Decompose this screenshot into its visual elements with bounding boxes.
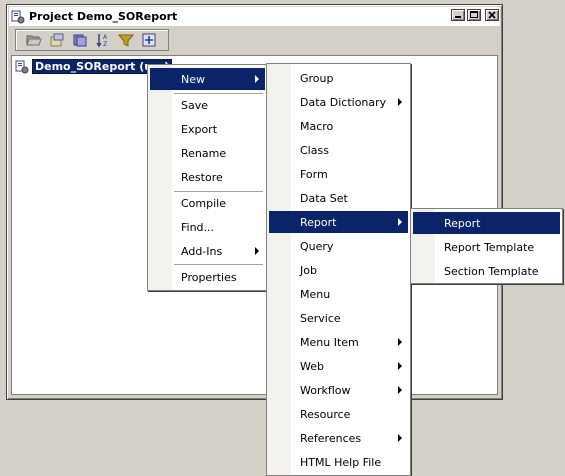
menu-item-new[interactable]: New bbox=[150, 68, 265, 90]
menu-item-label: Find... bbox=[181, 220, 215, 234]
menu-item-label: Data Dictionary bbox=[300, 95, 387, 109]
project-node-icon bbox=[15, 60, 29, 73]
menu-item-html-help-file[interactable]: HTML Help File bbox=[269, 451, 408, 473]
menu-item-label: Add-Ins bbox=[181, 244, 223, 258]
maximize-icon bbox=[470, 11, 478, 18]
menu-item-report-template[interactable]: Report Template bbox=[413, 236, 560, 258]
menu-item-label: Menu bbox=[300, 287, 331, 301]
menu-separator bbox=[174, 264, 263, 265]
menu-item-label: Report bbox=[444, 216, 481, 230]
menu-item-menu-item[interactable]: Menu Item bbox=[269, 331, 408, 353]
menu-item-label: Service bbox=[300, 311, 341, 325]
sort-icon[interactable]: A Z bbox=[95, 32, 111, 48]
menu-item-label: Restore bbox=[181, 170, 223, 184]
submenu-arrow-icon bbox=[398, 362, 402, 370]
menu-item-label: Query bbox=[300, 239, 334, 253]
menu-item-properties[interactable]: Properties bbox=[150, 266, 265, 288]
menu-item-label: Data Set bbox=[300, 191, 348, 205]
menu-item-label: Web bbox=[300, 359, 324, 373]
close-button[interactable] bbox=[485, 9, 499, 21]
menu-item-find[interactable]: Find... bbox=[150, 216, 265, 238]
menu-item-label: Macro bbox=[300, 119, 334, 133]
project-toolbar: A Z bbox=[15, 29, 169, 51]
menu-item-export[interactable]: Export bbox=[150, 118, 265, 140]
menu-item-class[interactable]: Class bbox=[269, 139, 408, 161]
menu-item-label: Report Template bbox=[444, 240, 535, 254]
compile-icon[interactable] bbox=[72, 32, 88, 48]
menu-item-label: New bbox=[181, 72, 205, 86]
menu-item-report-new[interactable]: Report bbox=[413, 212, 560, 234]
menu-item-web[interactable]: Web bbox=[269, 355, 408, 377]
menu-item-label: Export bbox=[181, 122, 218, 136]
menu-item-rename[interactable]: Rename bbox=[150, 142, 265, 164]
menu-item-label: Compile bbox=[181, 196, 226, 210]
context-menu: New Save Export Rename Restore Compile F… bbox=[147, 64, 268, 291]
menu-item-report[interactable]: Report bbox=[269, 211, 408, 233]
menu-item-data-dictionary[interactable]: Data Dictionary bbox=[269, 91, 408, 113]
submenu-arrow-icon bbox=[398, 386, 402, 394]
menu-item-workflow[interactable]: Workflow bbox=[269, 379, 408, 401]
svg-text:A: A bbox=[103, 34, 108, 41]
menu-item-references[interactable]: References bbox=[269, 427, 408, 449]
menu-item-label: Save bbox=[181, 98, 209, 112]
window-controls bbox=[451, 9, 499, 21]
open-folder-icon[interactable] bbox=[26, 32, 42, 48]
menu-item-label: Resource bbox=[300, 407, 351, 421]
submenu-arrow-icon bbox=[398, 98, 402, 106]
project-app-icon bbox=[11, 10, 25, 23]
submenu-arrow-icon bbox=[398, 218, 402, 226]
menu-item-query[interactable]: Query bbox=[269, 235, 408, 257]
new-item-icon[interactable] bbox=[141, 32, 157, 48]
submenu-arrow-icon bbox=[255, 75, 259, 83]
menu-item-label: Workflow bbox=[300, 383, 351, 397]
menu-item-service[interactable]: Service bbox=[269, 307, 408, 329]
submenu-arrow-icon bbox=[398, 434, 402, 442]
menu-item-label: Properties bbox=[181, 270, 237, 284]
menu-item-form[interactable]: Form bbox=[269, 163, 408, 185]
maximize-button[interactable] bbox=[467, 9, 481, 21]
title-bar[interactable]: Project Demo_SOReport bbox=[9, 7, 500, 26]
menu-item-data-set[interactable]: Data Set bbox=[269, 187, 408, 209]
menu-item-label: References bbox=[300, 431, 362, 445]
menu-item-label: Job bbox=[300, 263, 317, 277]
menu-item-label: HTML Help File bbox=[300, 455, 382, 469]
menu-item-label: Menu Item bbox=[300, 335, 359, 349]
svg-text:Z: Z bbox=[103, 41, 107, 48]
menu-item-add-ins[interactable]: Add-Ins bbox=[150, 240, 265, 262]
properties-icon[interactable] bbox=[49, 32, 65, 48]
submenu-arrow-icon bbox=[255, 247, 259, 255]
filter-icon[interactable] bbox=[118, 32, 134, 48]
minimize-button[interactable] bbox=[451, 9, 465, 21]
menu-item-group[interactable]: Group bbox=[269, 67, 408, 89]
submenu-arrow-icon bbox=[398, 338, 402, 346]
menu-item-restore[interactable]: Restore bbox=[150, 166, 265, 188]
menu-item-macro[interactable]: Macro bbox=[269, 115, 408, 137]
menu-item-label: Section Template bbox=[444, 264, 539, 278]
menu-item-menu[interactable]: Menu bbox=[269, 283, 408, 305]
close-icon bbox=[488, 11, 496, 19]
menu-item-section-template[interactable]: Section Template bbox=[413, 260, 560, 282]
menu-item-resource[interactable]: Resource bbox=[269, 403, 408, 425]
report-submenu: Report Report Template Section Template bbox=[410, 208, 563, 284]
menu-item-save[interactable]: Save bbox=[150, 94, 265, 116]
menu-item-label: Report bbox=[300, 215, 337, 229]
minimize-icon bbox=[455, 16, 461, 18]
menu-item-compile[interactable]: Compile bbox=[150, 192, 265, 214]
menu-item-label: Group bbox=[300, 71, 334, 85]
menu-item-job[interactable]: Job bbox=[269, 259, 408, 281]
window-title: Project Demo_SOReport bbox=[29, 10, 178, 23]
menu-item-label: Class bbox=[300, 143, 329, 157]
menu-item-label: Rename bbox=[181, 146, 227, 160]
menu-item-label: Form bbox=[300, 167, 328, 181]
new-submenu: Group Data Dictionary Macro Class Form D… bbox=[266, 63, 411, 476]
